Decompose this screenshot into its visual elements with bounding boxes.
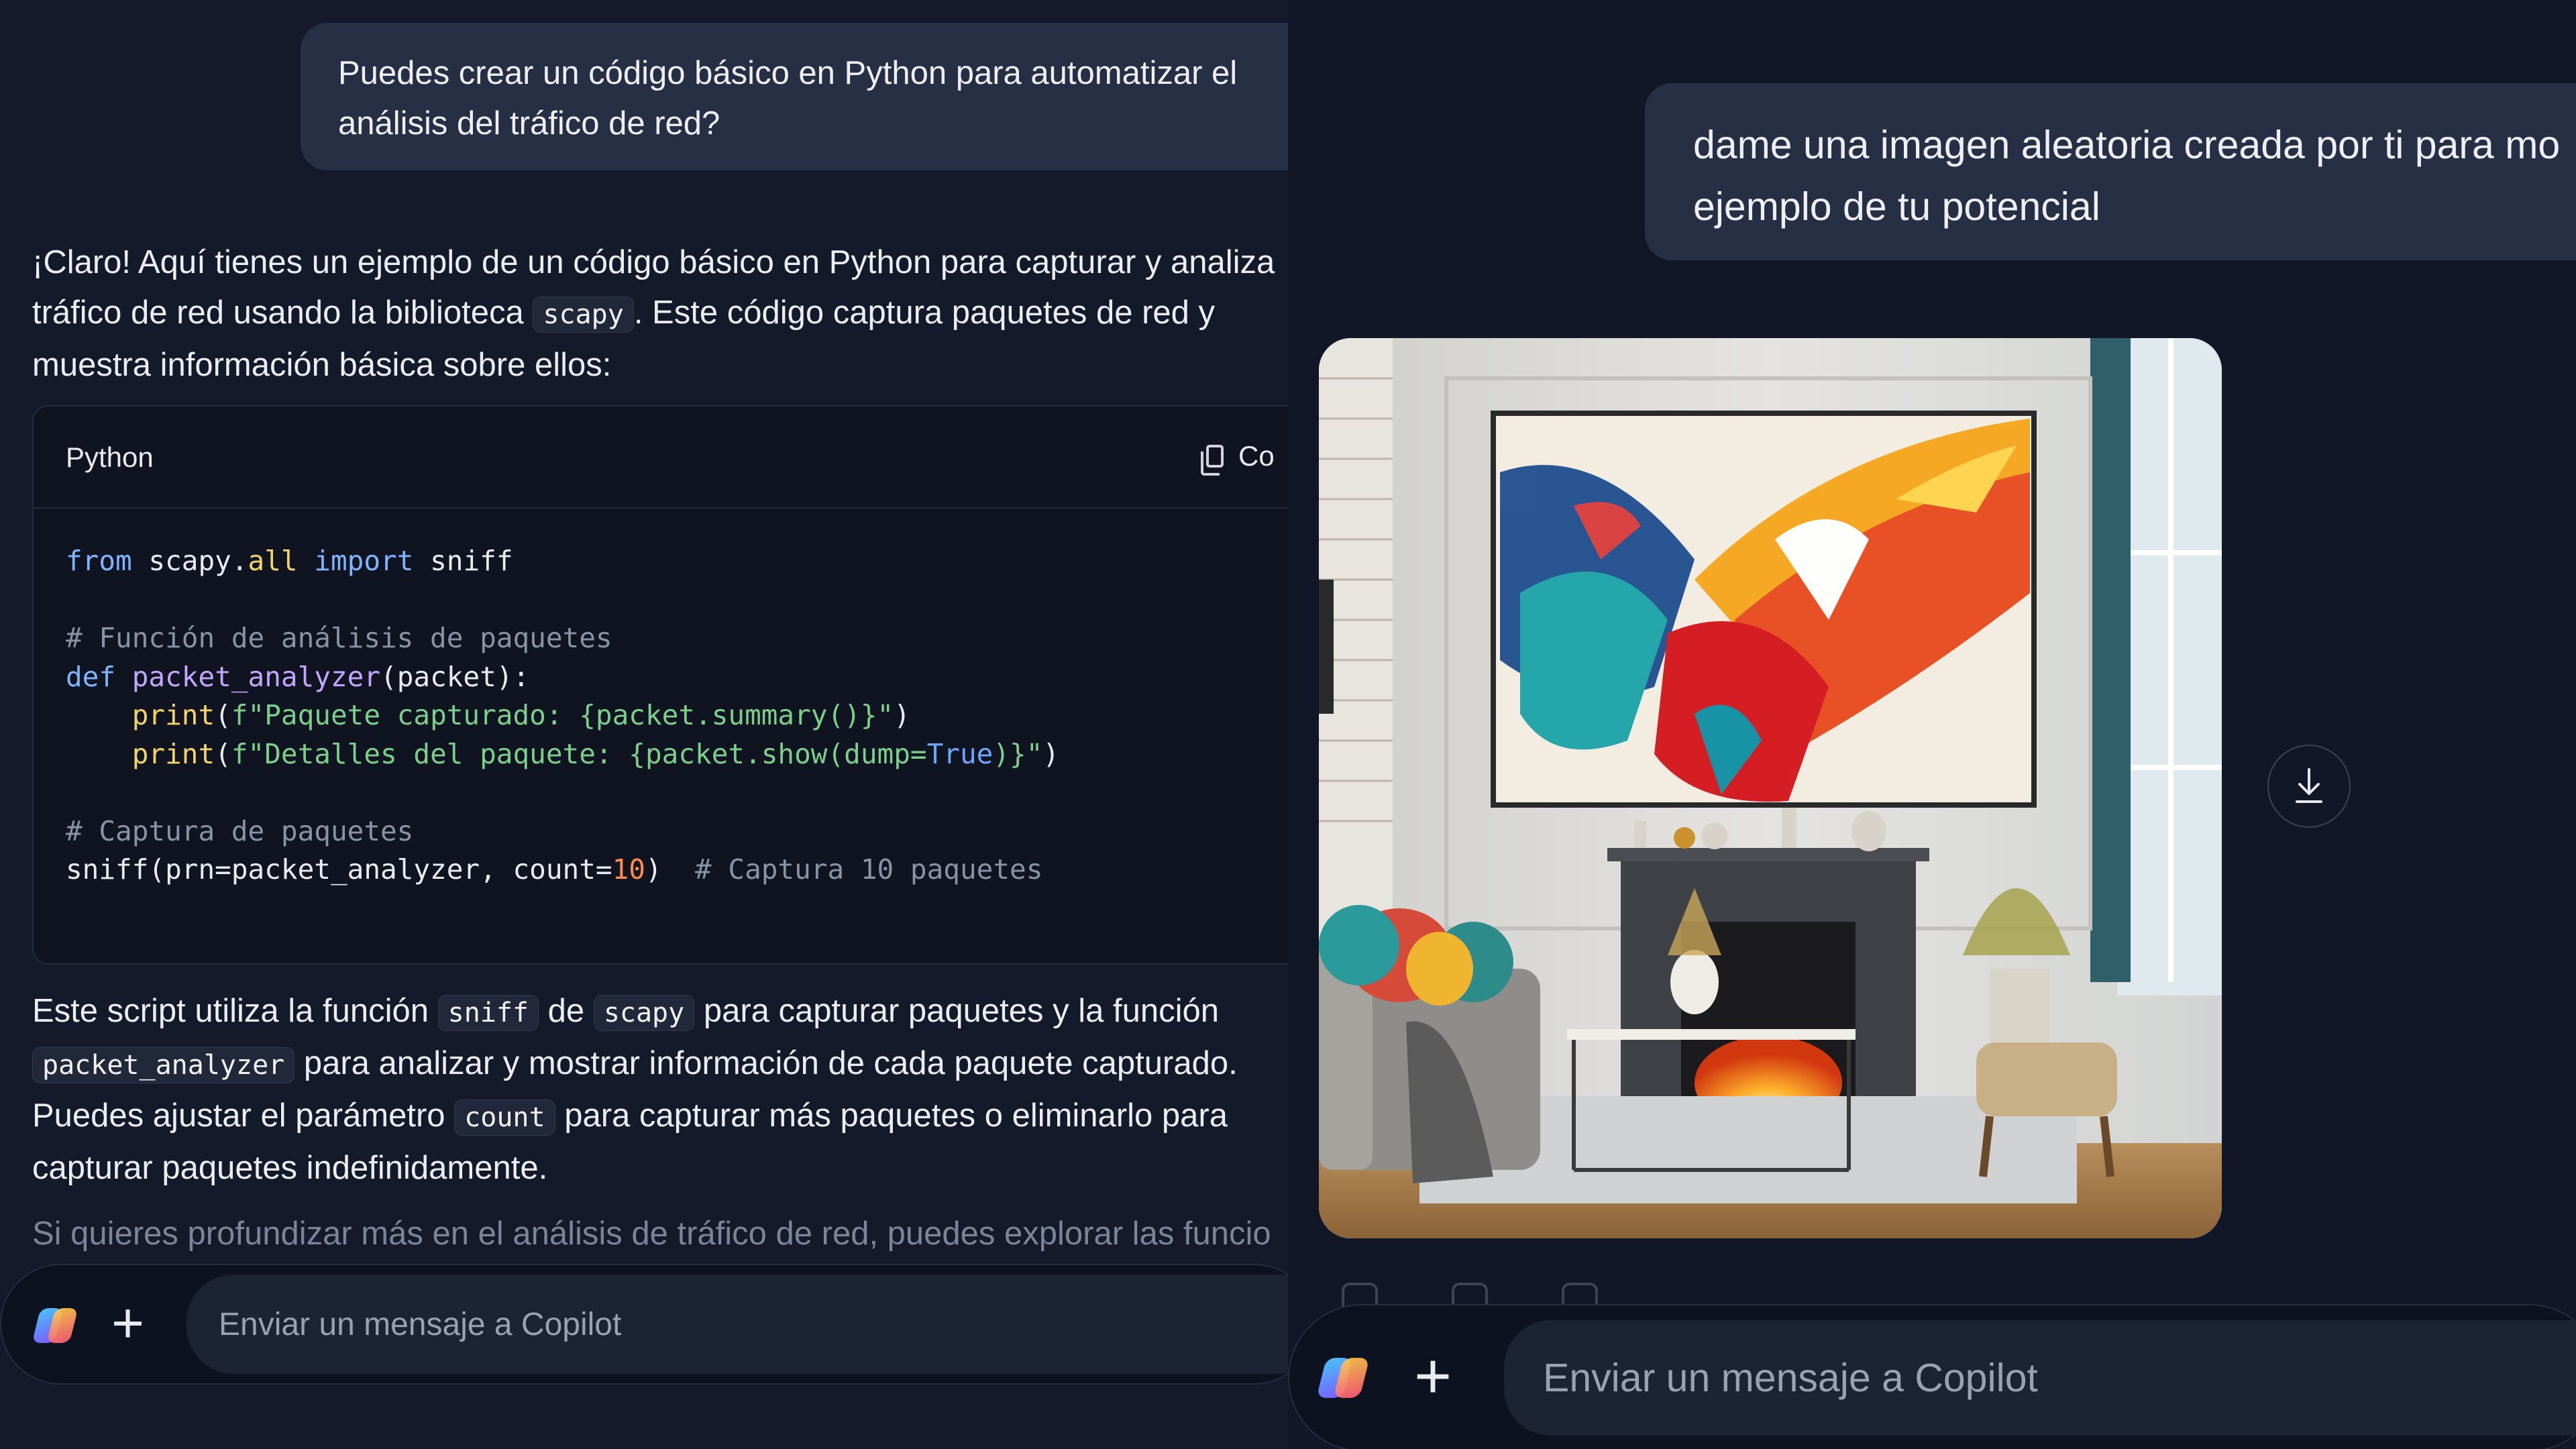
user-message-line: ejemplo de tu potencial xyxy=(1693,184,2100,229)
user-message-line: análisis del tráfico de red? xyxy=(338,105,720,142)
code-token: print xyxy=(131,737,215,770)
download-icon xyxy=(2296,768,2322,803)
code-token: (packet): xyxy=(380,660,530,693)
text-fragment: de xyxy=(547,993,585,1029)
code-token: True xyxy=(926,737,994,770)
text-fragment: Este script utiliza la función xyxy=(32,993,429,1029)
response-line: ¡Claro! Aquí tienes un ejemplo de un cód… xyxy=(32,244,1275,280)
copilot-logo-icon[interactable] xyxy=(32,1303,78,1348)
copilot-logo-icon[interactable] xyxy=(1316,1352,1370,1404)
code-token: f"Detalles del paquete: {packet.show(dum… xyxy=(231,737,927,770)
code-token: all xyxy=(248,545,298,577)
response-text-fragment: tráfico de red usando la biblioteca xyxy=(32,294,524,331)
code-token: sniff(prn=packet_analyzer, count= xyxy=(66,853,612,885)
code-token: )}" xyxy=(993,737,1043,770)
code-token: 10 xyxy=(612,853,645,885)
response-line: muestra información básica sobre ellos: xyxy=(32,347,612,383)
message-composer: + Enviar un mensaje a Copilot xyxy=(0,1264,1288,1385)
explanation-text: Este script utiliza la función sniff de … xyxy=(32,986,1288,1193)
explanation-line: packet_analyzer para analizar y mostrar … xyxy=(32,1038,1288,1091)
explanation-line: Puedes ajustar el parámetro count para c… xyxy=(32,1091,1288,1143)
code-token: scapy. xyxy=(131,545,248,577)
code-comment: # Captura 10 paquetes xyxy=(695,853,1043,885)
user-message-bubble: Puedes crear un código básico en Python … xyxy=(301,23,1288,170)
left-chat-panel: Puedes crear un código básico en Python … xyxy=(0,0,1288,1449)
code-content: from scapy.all import sniff # Función de… xyxy=(66,542,1059,890)
generated-living-room-image xyxy=(1319,338,2222,1238)
code-token: ) xyxy=(645,853,696,885)
copy-icon xyxy=(1201,445,1224,476)
inline-code-count: count xyxy=(454,1099,555,1136)
generated-image[interactable] xyxy=(1319,338,2222,1238)
code-token: ) xyxy=(1042,737,1060,770)
code-token: def xyxy=(66,660,116,693)
explanation-line: Este script utiliza la función sniff de … xyxy=(32,986,1288,1038)
inline-code-scapy: scapy xyxy=(593,995,695,1031)
message-input[interactable]: Enviar un mensaje a Copilot xyxy=(186,1275,1288,1374)
response-line: tráfico de red usando la biblioteca scap… xyxy=(32,288,1288,340)
code-line: sniff(prn=packet_analyzer, count=10) # C… xyxy=(66,853,1042,885)
code-token: from xyxy=(66,545,132,577)
code-line: from scapy.all import sniff xyxy=(66,545,513,577)
message-input[interactable]: Enviar un mensaje a Copilot xyxy=(1504,1320,2576,1436)
plus-icon[interactable]: + xyxy=(111,1295,144,1351)
user-message-line: dame una imagen aleatoria creada por ti … xyxy=(1693,123,2561,167)
user-message-line: Puedes crear un código básico en Python … xyxy=(338,55,1238,91)
user-message-bubble: dame una imagen aleatoria creada por ti … xyxy=(1645,83,2576,260)
code-language-label: Python xyxy=(66,441,154,473)
code-token: ) xyxy=(894,699,910,731)
inline-code-scapy: scapy xyxy=(533,297,634,333)
text-fragment: para capturar más paquetes o eliminarlo … xyxy=(564,1097,1228,1134)
download-button[interactable] xyxy=(2267,745,2351,828)
inline-code-sniff: sniff xyxy=(437,995,539,1031)
faded-continuation-text: Si quieres profundizar más en el análisi… xyxy=(32,1216,1271,1252)
text-fragment: para analizar y mostrar información de c… xyxy=(303,1045,1238,1081)
code-token: packet_analyzer xyxy=(131,660,381,693)
response-text-fragment: . Este código captura paquetes de red y xyxy=(633,294,1216,331)
code-token: ( xyxy=(215,699,231,731)
copy-label: Co xyxy=(1238,440,1275,472)
code-comment: # Función de análisis de paquetes xyxy=(66,622,612,654)
text-fragment: Puedes ajustar el parámetro xyxy=(32,1097,445,1134)
code-line: print(f"Detalles del paquete: {packet.sh… xyxy=(66,738,1059,770)
code-token: print xyxy=(131,699,215,731)
code-block-header: Python Co xyxy=(34,407,1288,508)
code-token: ( xyxy=(215,737,231,770)
copy-code-button[interactable]: Co xyxy=(1201,440,1275,476)
code-token: f"Paquete capturado: {packet.summary()}" xyxy=(231,699,894,731)
message-composer: + Enviar un mensaje a Copilot xyxy=(1288,1304,2576,1449)
inline-code-packet-analyzer: packet_analyzer xyxy=(32,1047,295,1083)
explanation-line: capturar paquetes indefinidamente. xyxy=(32,1150,548,1186)
code-line: print(f"Paquete capturado: {packet.summa… xyxy=(66,699,910,731)
code-block: Python Co from scapy.all import sniff # … xyxy=(32,405,1288,965)
code-token: import xyxy=(314,545,414,577)
plus-icon[interactable]: + xyxy=(1414,1344,1452,1409)
response-text: ¡Claro! Aquí tienes un ejemplo de un cód… xyxy=(32,237,1288,390)
right-chat-panel: dame una imagen aleatoria creada por ti … xyxy=(1288,0,2576,1449)
text-fragment: para capturar paquetes y la función xyxy=(703,993,1220,1029)
code-token: sniff xyxy=(413,545,513,577)
code-comment: # Captura de paquetes xyxy=(66,814,414,847)
code-line: def packet_analyzer(packet): xyxy=(66,661,529,693)
